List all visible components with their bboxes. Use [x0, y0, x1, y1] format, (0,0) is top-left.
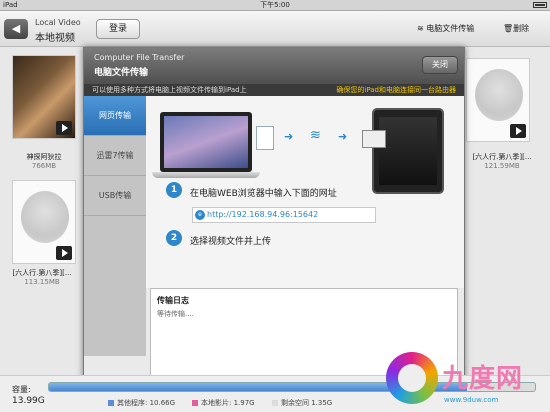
step-number: 2: [166, 230, 182, 246]
close-button[interactable]: 关闭: [422, 56, 458, 74]
watermark-url: www.9duw.com: [444, 396, 499, 404]
capacity-label: 容量:: [12, 385, 31, 394]
browser-icon: e: [195, 210, 205, 220]
video-caption: [六人行.第八季][... 121.59MB: [464, 152, 540, 170]
step-number: 1: [166, 182, 182, 198]
back-button[interactable]: ◀: [4, 19, 28, 39]
video-name: 神探阿狄拉: [26, 153, 62, 161]
legend-local-videos: 本地影片: 1.97G: [192, 398, 255, 408]
play-icon[interactable]: [56, 121, 72, 135]
wifi-icon: ≋: [310, 128, 321, 143]
file-transfer-dialog: Computer File Transfer 电脑文件传输 关闭 可以使用多种方…: [83, 47, 465, 382]
transfer-url[interactable]: e http://192.168.94.96:15642: [192, 207, 376, 223]
video-thumbnail[interactable]: [466, 58, 530, 142]
laptop-icon: [152, 112, 260, 182]
video-thumbnail[interactable]: [12, 180, 76, 264]
dialog-title: 电脑文件传输: [94, 68, 149, 78]
log-title: 传输日志: [157, 296, 189, 305]
legend-other-apps: 其他程序: 10.66G: [108, 398, 175, 408]
delete-button[interactable]: 🗑删除: [503, 23, 529, 34]
video-name: [六人行.第八季][...: [472, 153, 532, 161]
page-title: 本地视频: [35, 33, 75, 44]
dialog-title-en: Computer File Transfer: [94, 53, 185, 62]
log-status: 等待传输....: [157, 310, 194, 318]
dialog-header: Computer File Transfer 电脑文件传输 关闭: [84, 48, 464, 84]
step-2-text: 选择视频文件并上传: [190, 237, 272, 247]
play-icon[interactable]: [510, 124, 526, 138]
pc-transfer-label: 电脑文件传输: [426, 24, 475, 33]
status-time: 下午5:00: [260, 1, 290, 9]
watermark-logo-icon: [386, 352, 438, 404]
info-bar: 可以使用多种方式将电脑上视频文件传输到iPad上 确保您的iPad和电脑连接同一…: [84, 84, 464, 96]
placeholder-logo-icon: [475, 69, 523, 121]
video-size: 766MB: [31, 162, 57, 170]
status-bar: iPad 下午5:00: [0, 0, 550, 11]
video-caption: [六人行.第八季][... 113.15MB: [4, 268, 80, 286]
wifi-icon: ≋: [417, 24, 427, 33]
step-1-text: 在电脑WEB浏览器中输入下面的网址: [190, 189, 337, 199]
placeholder-logo-icon: [21, 191, 69, 243]
legend-free-space: 剩余空间 1.35G: [272, 398, 332, 408]
tab-usb-transfer[interactable]: USB传输: [84, 176, 146, 216]
trash-icon: 🗑: [503, 24, 514, 33]
back-arrow-icon: ◀: [11, 22, 21, 35]
delete-label: 删除: [513, 24, 530, 33]
video-thumbnail[interactable]: [12, 55, 76, 139]
info-text: 可以使用多种方式将电脑上视频文件传输到iPad上: [92, 86, 247, 94]
battery-icon: [533, 0, 547, 11]
login-button[interactable]: 登录: [96, 19, 140, 39]
file-icon: [256, 126, 274, 150]
tab-xunlei-transfer[interactable]: 迅雷7传输: [84, 136, 146, 176]
top-bar: ◀ Local Video 本地视频 登录 ≋ 电脑文件传输 🗑删除: [0, 11, 550, 47]
arrow-right-icon: ➜: [338, 130, 348, 143]
video-size: 121.59MB: [484, 162, 520, 170]
url-text: http://192.168.94.96:15642: [207, 210, 319, 219]
pc-transfer-button[interactable]: ≋ 电脑文件传输: [417, 23, 474, 34]
tab-web-transfer[interactable]: 网页传输: [84, 96, 146, 136]
play-icon[interactable]: [56, 246, 72, 260]
video-name: [六人行.第八季][...: [12, 269, 72, 277]
watermark-name: 九度网: [442, 364, 524, 394]
page-subtitle: Local Video: [35, 18, 81, 27]
video-size: 113.15MB: [24, 278, 60, 286]
video-caption: 神探阿狄拉 766MB: [6, 152, 82, 170]
transfer-tabs: 网页传输 迅雷7传输 USB传输: [84, 96, 146, 356]
arrow-right-icon: ➜: [284, 130, 294, 143]
ipad-icon: [362, 108, 444, 194]
capacity-total: 13.99G: [12, 396, 45, 406]
site-watermark: 九度网 www.9duw.com: [382, 344, 550, 412]
router-warning: 确保您的iPad和电脑连接同一台路由器: [336, 86, 456, 94]
